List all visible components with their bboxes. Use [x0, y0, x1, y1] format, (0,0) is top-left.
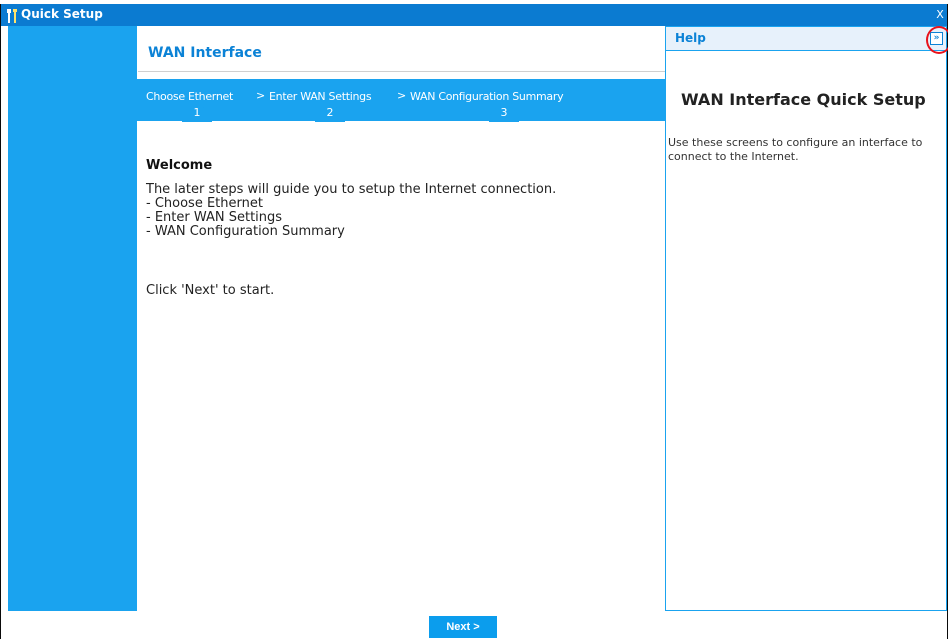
- intro-text: The later steps will guide you to setup …: [146, 182, 557, 197]
- quick-setup-window: Quick Setup X WAN Interface Choose Ether…: [0, 4, 948, 639]
- wizard-main-panel: WAN Interface Choose Ethernet > Enter WA…: [137, 26, 665, 611]
- list-item: - Enter WAN Settings: [146, 210, 283, 225]
- window-titlebar: Quick Setup X: [1, 4, 947, 26]
- step-separator: >: [256, 89, 266, 102]
- help-body-text: Use these screens to configure an interf…: [668, 136, 923, 163]
- next-button[interactable]: Next >: [429, 616, 497, 638]
- wizard-footer: Next >: [1, 611, 947, 639]
- list-item: - WAN Configuration Summary: [146, 224, 345, 239]
- start-hint: Click 'Next' to start.: [146, 283, 275, 298]
- highlight-ring: [926, 26, 948, 54]
- help-panel: Help » WAN Interface Quick Setup Use the…: [665, 26, 948, 611]
- welcome-heading: Welcome: [146, 158, 213, 173]
- help-header: Help »: [666, 26, 948, 54]
- help-label: Help: [675, 31, 706, 45]
- step-number-3: 3: [489, 106, 519, 122]
- wizard-steps-bar: Choose Ethernet > Enter WAN Settings > W…: [137, 79, 665, 122]
- step-label-wan-configuration-summary: WAN Configuration Summary: [410, 90, 564, 103]
- window-title: Quick Setup: [21, 7, 103, 21]
- step-label-choose-ethernet: Choose Ethernet: [146, 90, 233, 103]
- step-label-enter-wan-settings: Enter WAN Settings: [269, 90, 372, 103]
- step-number-1: 1: [182, 106, 212, 122]
- step-number-2: 2: [315, 106, 345, 122]
- wizard-sidebar: [8, 26, 137, 611]
- list-item: - Choose Ethernet: [146, 196, 263, 211]
- help-heading: WAN Interface Quick Setup: [681, 90, 926, 109]
- step-separator: >: [397, 89, 407, 102]
- title-divider: [138, 71, 665, 72]
- tools-icon: [7, 8, 19, 23]
- close-icon[interactable]: X: [935, 8, 945, 21]
- page-title: WAN Interface: [148, 45, 262, 61]
